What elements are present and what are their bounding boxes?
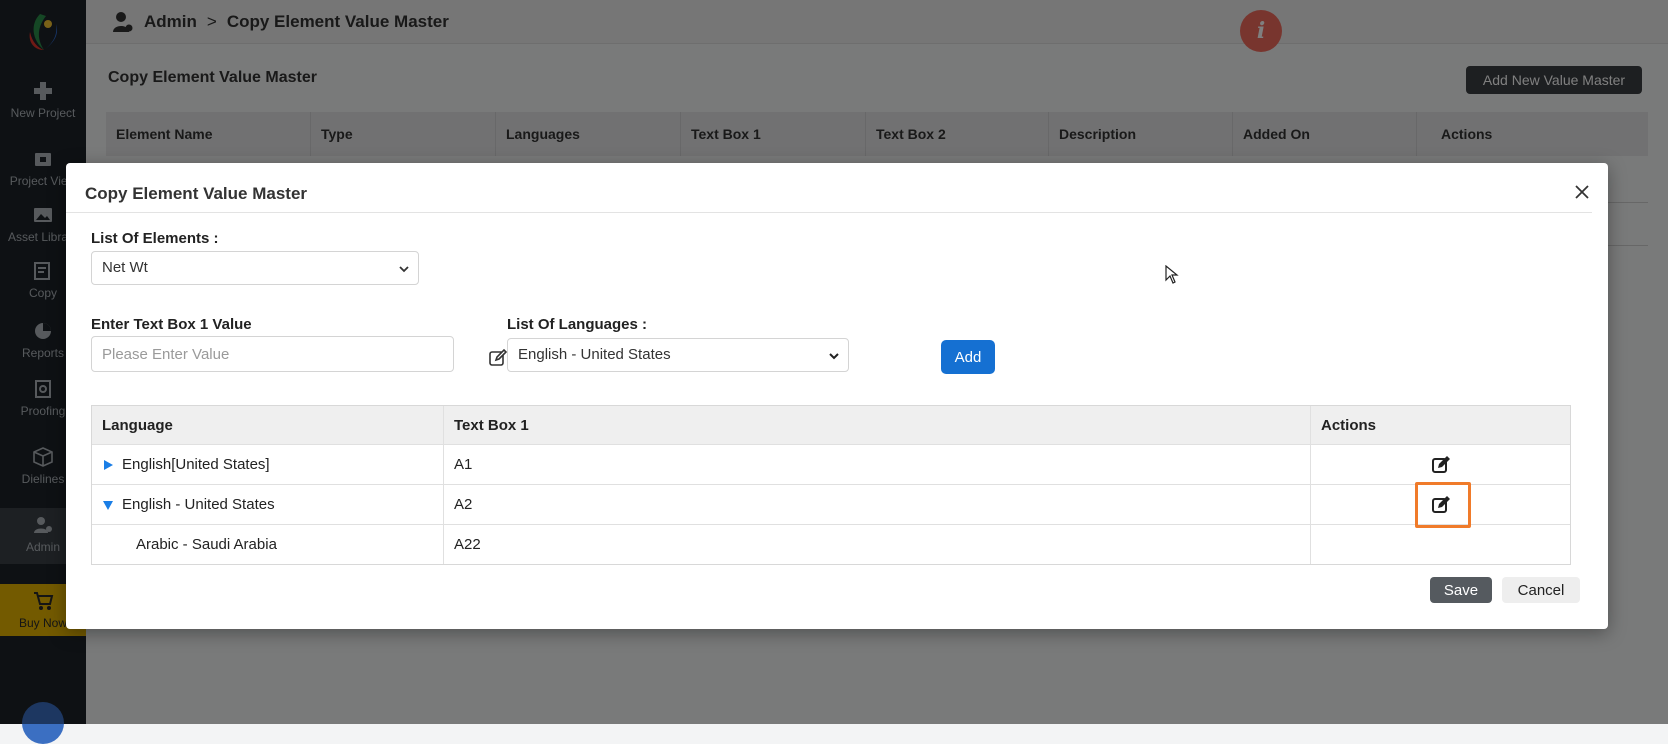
modal-title: Copy Element Value Master <box>85 184 308 203</box>
language-values-table: Language Text Box 1 Actions English[Unit… <box>91 405 1571 565</box>
language-name: English - United States <box>122 496 275 513</box>
edit-row-button[interactable] <box>1430 454 1452 476</box>
languages-select[interactable]: English - United States <box>507 338 849 372</box>
actions-cell <box>1311 525 1570 564</box>
actions-cell <box>1311 482 1570 528</box>
textbox-value-input[interactable] <box>91 336 454 372</box>
languages-selected-value: English - United States <box>518 346 671 363</box>
table-row: Arabic - Saudi Arabia A22 <box>92 524 1570 564</box>
edit-icon <box>1432 456 1450 473</box>
modal-divider <box>66 212 1592 213</box>
elements-selected-value: Net Wt <box>102 259 148 276</box>
elements-label: List Of Elements : <box>91 230 219 247</box>
table-row: English[United States] A1 <box>92 444 1570 484</box>
column-header-actions: Actions <box>1321 416 1377 434</box>
language-cell: English[United States] <box>92 445 444 484</box>
language-name: English[United States] <box>122 456 270 473</box>
close-button[interactable] <box>1569 179 1595 205</box>
close-icon <box>1575 185 1589 199</box>
table-row: English - United States A2 <box>92 482 1570 528</box>
add-button[interactable]: Add <box>941 340 995 374</box>
column-header-textbox1: Text Box 1 <box>444 406 1311 444</box>
textbox-label: Enter Text Box 1 Value <box>91 316 252 333</box>
chevron-down-icon <box>399 266 409 273</box>
table-header-row: Language Text Box 1 Actions <box>92 406 1570 444</box>
cancel-button[interactable]: Cancel <box>1502 577 1580 603</box>
languages-label: List Of Languages : <box>507 316 648 333</box>
save-button[interactable]: Save <box>1430 577 1492 603</box>
language-name: Arabic - Saudi Arabia <box>92 525 444 564</box>
language-cell: English - United States <box>92 485 444 524</box>
column-header-language: Language <box>92 406 444 444</box>
expand-arrow-right-icon[interactable] <box>102 459 114 471</box>
textbox1-cell: A22 <box>444 525 1311 564</box>
expand-arrow-down-icon[interactable] <box>102 499 114 511</box>
edit-icon <box>489 348 508 366</box>
textbox1-cell: A1 <box>444 445 1311 484</box>
edit-textbox-button[interactable] <box>487 347 509 369</box>
chevron-down-icon <box>829 353 839 360</box>
actions-cell <box>1311 445 1570 484</box>
copy-element-value-modal: Copy Element Value Master List Of Elemen… <box>66 163 1608 629</box>
edit-row-button[interactable] <box>1430 494 1452 516</box>
elements-select[interactable]: Net Wt <box>91 251 419 285</box>
edit-icon <box>1432 496 1450 513</box>
textbox1-cell: A2 <box>444 485 1311 524</box>
mouse-cursor-icon <box>1165 265 1179 284</box>
